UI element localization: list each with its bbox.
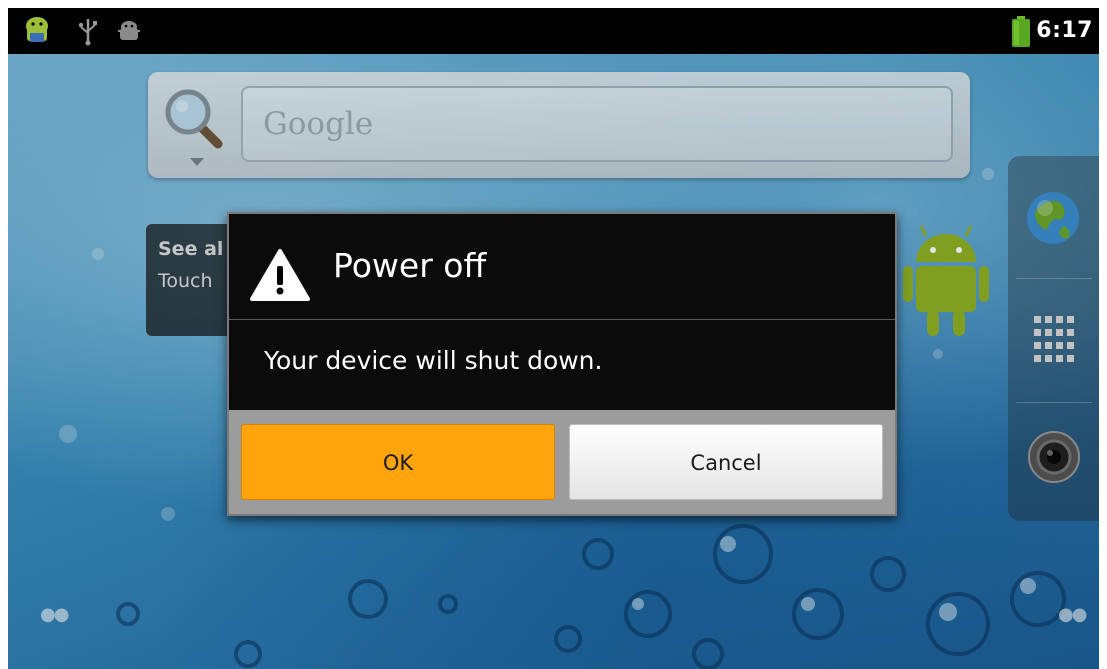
cancel-button[interactable]: Cancel (569, 424, 883, 500)
device-screen: 6:17 Google See al Touch ●● ●● Power off… (8, 8, 1099, 669)
ok-button[interactable]: OK (241, 424, 555, 500)
battery-icon (1011, 16, 1031, 52)
power-off-dialog: Power off Your device will shut down. OK… (227, 212, 897, 516)
warning-icon (249, 248, 311, 306)
status-bar: 6:17 (8, 8, 1099, 54)
dialog-message: Your device will shut down. (264, 346, 603, 375)
dialog-header: Power off (229, 214, 895, 318)
dialog-button-bar: OK Cancel (229, 410, 895, 514)
debug-icon (116, 18, 142, 48)
title-divider (229, 319, 895, 320)
status-clock: 6:17 (1036, 18, 1093, 43)
android-notification-icon (20, 13, 54, 51)
usb-icon (78, 16, 98, 50)
dialog-title: Power off (333, 246, 487, 285)
